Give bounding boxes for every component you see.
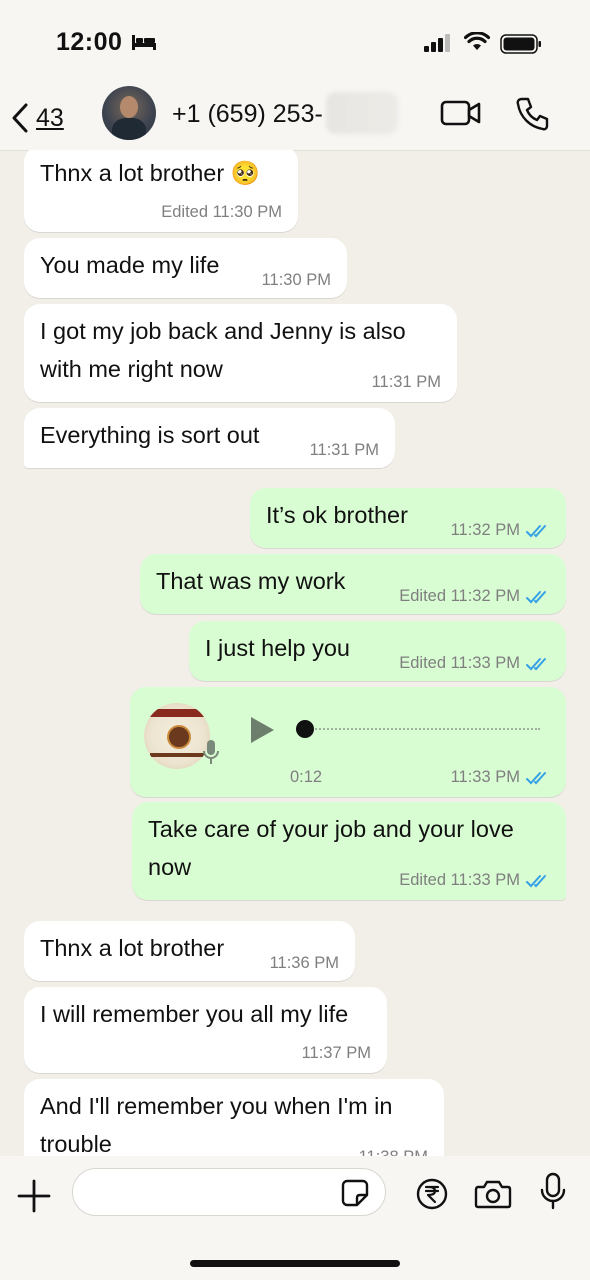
contact-avatar[interactable] [102, 86, 156, 140]
status-bar: 12:00 [0, 0, 590, 88]
message-timestamp: 11:33 PM [450, 768, 520, 786]
message-meta: Edited 11:33 PM [399, 871, 550, 890]
message-outgoing[interactable]: It’s ok brother 11:32 PM [250, 488, 566, 548]
message-list[interactable]: Thnx a lot brother 🥺 Edited 11:30 PM You… [0, 150, 590, 1156]
message-meta: 11:31 PM [310, 441, 379, 460]
sticker-button[interactable] [340, 1178, 370, 1213]
rupee-icon [416, 1178, 448, 1210]
video-camera-icon [440, 100, 481, 126]
voice-duration: 0:12 [290, 768, 323, 786]
record-voice-button[interactable] [538, 1172, 568, 1217]
read-ticks-icon [526, 657, 546, 670]
sticker-icon [341, 1179, 369, 1207]
cellular-signal-icon [424, 33, 452, 58]
phone-icon [516, 97, 549, 131]
message-timestamp: Edited 11:33 PM [399, 871, 520, 889]
message-incoming[interactable]: I will remember you all my life 11:37 PM [24, 987, 387, 1073]
message-timestamp: 11:31 PM [309, 441, 379, 459]
payment-button[interactable] [416, 1178, 448, 1215]
read-ticks-icon [526, 771, 546, 784]
chevron-left-icon [12, 103, 28, 133]
unread-count: 43 [36, 103, 64, 132]
audio-progress-thumb[interactable] [296, 720, 314, 738]
message-text: I will remember you all my life [40, 1001, 349, 1027]
message-meta: 11:30 PM [262, 271, 331, 290]
audio-progress-track[interactable] [296, 728, 540, 730]
message-meta: 11:31 PM [372, 373, 441, 392]
message-incoming[interactable]: Thnx a lot brother 11:36 PM [24, 921, 355, 981]
voice-message[interactable]: 0:12 11:33 PM [130, 687, 566, 797]
wifi-icon [463, 31, 491, 57]
play-icon[interactable] [248, 715, 276, 745]
microphone-icon [540, 1172, 566, 1210]
message-timestamp: 11:38 PM [359, 1148, 428, 1156]
message-meta: 11:37 PM [302, 1044, 371, 1063]
message-timestamp: 11:37 PM [301, 1044, 371, 1062]
camera-icon [474, 1180, 512, 1209]
message-timestamp: 11:31 PM [371, 373, 441, 391]
camera-button[interactable] [474, 1178, 512, 1215]
message-meta: 11:36 PM [270, 954, 339, 973]
status-time: 12:00 [56, 28, 123, 56]
microphone-badge-icon [203, 740, 219, 764]
home-indicator[interactable] [190, 1260, 400, 1267]
message-meta: Edited 11:33 PM [399, 654, 550, 673]
message-meta: Edited 11:30 PM [161, 203, 282, 222]
voice-sender-avatar [144, 703, 210, 769]
plus-icon [17, 1179, 51, 1213]
message-input[interactable] [72, 1168, 386, 1216]
chat-header: 43 +1 (659) 253- [0, 86, 590, 151]
message-incoming[interactable]: Thnx a lot brother 🥺 Edited 11:30 PM [24, 150, 298, 232]
bed-icon [131, 33, 157, 56]
back-button[interactable]: 43 [10, 98, 80, 138]
message-meta: 11:33 PM [451, 768, 550, 787]
contact-name[interactable]: +1 (659) 253- [172, 100, 323, 129]
read-ticks-icon [526, 524, 546, 537]
message-meta: Edited 11:32 PM [399, 587, 550, 606]
voice-call-button[interactable] [514, 96, 550, 137]
message-timestamp: Edited 11:33 PM [399, 654, 520, 672]
attach-button[interactable] [14, 1176, 54, 1221]
message-timestamp: 11:36 PM [269, 954, 339, 972]
message-outgoing[interactable]: Take care of your job and your love now … [132, 802, 566, 900]
message-text: Thnx a lot brother 🥺 [40, 160, 260, 186]
message-incoming[interactable]: Everything is sort out 11:31 PM [24, 408, 395, 468]
message-outgoing[interactable]: I just help you Edited 11:33 PM [189, 621, 566, 681]
message-outgoing[interactable]: That was my work Edited 11:32 PM [140, 554, 566, 614]
message-incoming[interactable]: And I'll remember you when I'm in troubl… [24, 1079, 444, 1156]
read-ticks-icon [526, 874, 546, 887]
video-call-button[interactable] [440, 98, 482, 133]
message-incoming[interactable]: You made my life 11:30 PM [24, 238, 347, 298]
message-timestamp: 11:30 PM [261, 271, 331, 289]
message-timestamp: 11:32 PM [450, 521, 520, 539]
read-ticks-icon [526, 590, 546, 603]
message-incoming[interactable]: I got my job back and Jenny is also with… [24, 304, 457, 402]
message-meta: 11:38 PM [359, 1148, 428, 1156]
message-timestamp: Edited 11:30 PM [161, 203, 282, 221]
redacted-blur [326, 92, 398, 134]
message-meta: 11:32 PM [451, 521, 550, 540]
message-timestamp: Edited 11:32 PM [399, 587, 520, 605]
message-text: And I'll remember you when I'm in troubl… [40, 1093, 393, 1156]
battery-icon [500, 34, 542, 59]
